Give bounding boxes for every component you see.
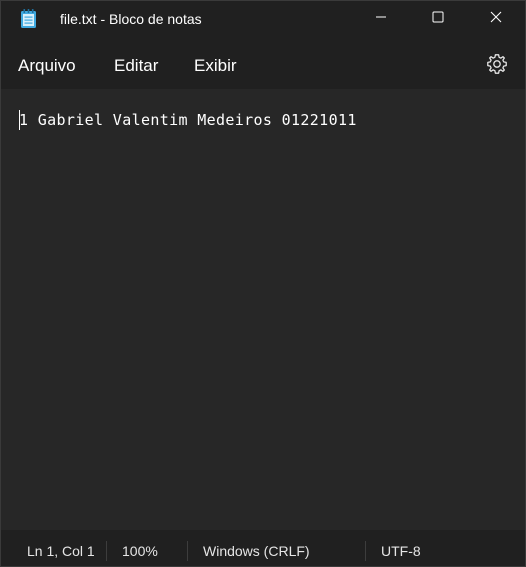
minimize-button[interactable]	[352, 1, 410, 37]
close-icon	[490, 10, 502, 28]
menu-bar: Arquivo Editar Exibir	[1, 37, 525, 89]
maximize-icon	[432, 10, 444, 28]
menu-exibir[interactable]: Exibir	[194, 56, 237, 76]
title-bar[interactable]: file.txt - Bloco de notas	[1, 1, 525, 37]
close-button[interactable]	[467, 1, 525, 37]
editor-content[interactable]: 1 Gabriel Valentim Medeiros 01221011	[19, 111, 357, 129]
settings-button[interactable]	[485, 52, 509, 76]
text-editor[interactable]: 1 Gabriel Valentim Medeiros 01221011	[1, 89, 525, 530]
zoom-level[interactable]: 100%	[122, 543, 158, 559]
menu-editar[interactable]: Editar	[114, 56, 158, 76]
line-ending[interactable]: Windows (CRLF)	[203, 543, 310, 559]
notepad-window: file.txt - Bloco de notas Arquivo Editar…	[0, 0, 526, 567]
status-divider	[106, 541, 107, 561]
encoding[interactable]: UTF-8	[381, 543, 421, 559]
notepad-icon	[20, 9, 37, 28]
maximize-button[interactable]	[409, 1, 467, 37]
text-caret	[19, 110, 20, 130]
window-title: file.txt - Bloco de notas	[60, 11, 202, 27]
status-divider	[187, 541, 188, 561]
status-bar: Ln 1, Col 1 100% Windows (CRLF) UTF-8	[1, 530, 525, 566]
minimize-icon	[375, 10, 387, 28]
status-divider	[365, 541, 366, 561]
gear-icon	[485, 54, 509, 80]
menu-arquivo[interactable]: Arquivo	[18, 56, 76, 76]
cursor-position: Ln 1, Col 1	[27, 543, 95, 559]
